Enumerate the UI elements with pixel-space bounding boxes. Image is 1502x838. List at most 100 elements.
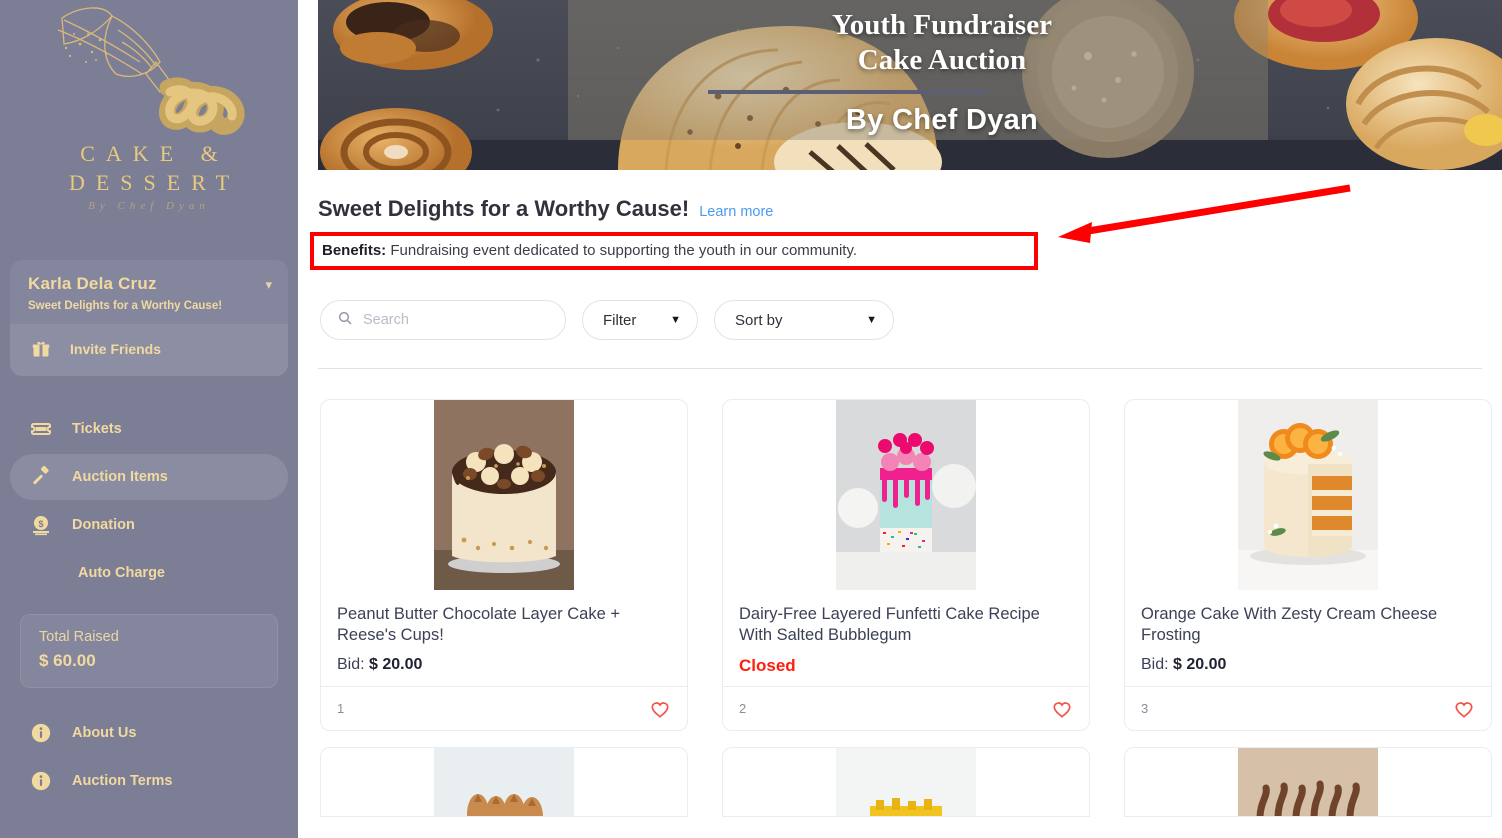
learn-more-link[interactable]: Learn more [699,204,773,220]
sidebar-auto-charge-label: Auto Charge [78,565,165,581]
benefits-label: Benefits: [322,242,387,259]
lemon-dessert-image [836,748,976,816]
total-raised-label: Total Raised [39,629,119,645]
sidebar: CAKE & DESSERT By Chef Dyan Karla Dela C… [0,0,298,838]
auction-item-title: Orange Cake With Zesty Cream Cheese Fros… [1141,605,1438,644]
bid-currency: $ [1173,656,1187,673]
auction-item-index: 3 [1141,701,1149,716]
sidebar-item-auction-items[interactable]: Auction Items [10,454,288,500]
logo-subtitle: By Chef Dyan [88,200,210,212]
sidebar-item-about-us[interactable]: About Us [10,710,288,756]
sort-dropdown[interactable]: Sort by ▼ [714,300,894,340]
user-tagline: Sweet Delights for a Worthy Cause! [28,300,223,312]
info-icon [28,768,54,794]
page-title: Sweet Delights for a Worthy Cause! [318,196,690,221]
user-name: Karla Dela Cruz [28,274,157,293]
filter-dropdown[interactable]: Filter ▼ [582,300,698,340]
sidebar-nav: Tickets Auction Items $ Donation Auto Ch… [10,406,288,598]
filter-toolbar: Filter ▼ Sort by ▼ [298,270,1502,340]
benefits-box: Benefits: Fundraising event dedicated to… [310,232,1038,270]
sidebar-item-donation[interactable]: $ Donation [10,502,288,548]
sidebar-auction-items-label: Auction Items [72,469,168,485]
chevron-down-icon: ▼ [670,314,681,326]
banner-title-line1: Youth Fundraiser [832,9,1052,41]
auction-item-index: 1 [337,701,345,716]
sidebar-auction-terms-label: Auction Terms [72,773,173,789]
bid-amount: 20.00 [382,656,423,673]
chocolate-swirl-cakes-image [1238,748,1378,816]
heart-outline-icon[interactable] [649,698,671,720]
total-raised-card: Total Raised $ 60.00 [20,614,278,688]
search-box[interactable] [320,300,566,340]
gift-icon [28,336,54,362]
chocolate-drip-cake-image [434,400,574,590]
page-heading-row: Sweet Delights for a Worthy Cause! Learn… [298,170,1502,222]
auction-item-card[interactable] [1124,747,1492,817]
info-icon [28,720,54,746]
chevron-down-icon[interactable]: ▾ [265,277,272,293]
orange-layer-cake-image [1238,400,1378,590]
filter-label: Filter [603,311,637,329]
sidebar-nav-secondary: About Us Auction Terms [10,710,288,806]
banner-text-block: Youth Fundraiser Cake Auction By Chef Dy… [318,0,1502,137]
banner-title-line2: Cake Auction [857,44,1027,76]
main-content: Sweet Delights for a Worthy Cause! Learn… [298,170,1502,838]
user-card[interactable]: Karla Dela Cruz Sweet Delights for a Wor… [10,260,288,376]
auction-item-bid: Bid: $ 20.00 [1141,656,1475,674]
auction-item-card[interactable] [722,747,1090,817]
search-input[interactable] [363,312,543,328]
heart-outline-icon[interactable] [1453,698,1475,720]
sidebar-about-us-label: About Us [72,725,137,741]
money-circle-icon: $ [28,512,54,538]
sidebar-item-auction-terms[interactable]: Auction Terms [10,758,288,804]
auction-item-body: Dairy-Free Layered Funfetti Cake Recipe … [723,590,1089,686]
sort-label: Sort by [735,311,783,329]
svg-text:$: $ [38,519,43,529]
auction-item-body: Orange Cake With Zesty Cream Cheese Fros… [1125,590,1491,686]
total-raised-amount: $ 60.00 [39,651,96,670]
ticket-icon [28,416,54,442]
auction-item-footer: 1 [321,686,687,730]
bid-label: Bid: [337,656,370,673]
auction-item-card[interactable]: Dairy-Free Layered Funfetti Cake Recipe … [722,399,1090,731]
auction-item-image [723,400,1089,590]
funfetti-pink-cake-image [836,400,976,590]
event-banner: Youth Fundraiser Cake Auction By Chef Dy… [318,0,1502,170]
cinnamon-rolls-image [434,748,574,816]
auction-item-bid: Bid: $ 20.00 [337,656,671,674]
sidebar-item-invite-friends[interactable]: Invite Friends [10,324,288,376]
logo-title-line2: DESSERT [68,170,241,195]
benefits-highlight-wrap: Benefits: Fundraising event dedicated to… [310,232,1038,270]
auction-item-index: 2 [739,701,747,716]
auction-item-footer: 3 [1125,686,1491,730]
brand-logo: CAKE & DESSERT By Chef Dyan [0,0,298,248]
auction-item-title: Peanut Butter Chocolate Layer Cake + Ree… [337,605,620,644]
auction-item-status: Closed [739,656,796,675]
bid-amount: 20.00 [1186,656,1227,673]
auction-item-card[interactable]: Orange Cake With Zesty Cream Cheese Fros… [1124,399,1492,731]
auction-page: CAKE & DESSERT By Chef Dyan Karla Dela C… [0,0,1502,838]
bid-label: Bid: [1141,656,1174,673]
bid-currency: $ [369,656,383,673]
banner-byline: By Chef Dyan [845,104,1039,136]
auction-item-image [1125,400,1491,590]
auction-items-grid: Peanut Butter Chocolate Layer Cake + Ree… [298,369,1502,731]
auction-item-image [321,400,687,590]
search-icon [337,310,353,331]
chevron-down-icon: ▼ [866,314,877,326]
sidebar-item-tickets[interactable]: Tickets [10,406,288,452]
user-header[interactable]: Karla Dela Cruz Sweet Delights for a Wor… [10,260,288,324]
auction-items-grid-next-row [298,731,1502,817]
heart-outline-icon[interactable] [1051,698,1073,720]
auction-item-card[interactable] [320,747,688,817]
benefits-text: Benefits: Fundraising event dedicated to… [322,242,1026,259]
benefits-description: Fundraising event dedicated to supportin… [386,242,858,259]
gavel-icon [28,464,54,490]
auction-item-card[interactable]: Peanut Butter Chocolate Layer Cake + Ree… [320,399,688,731]
invite-friends-label: Invite Friends [70,341,162,357]
auction-item-body: Peanut Butter Chocolate Layer Cake + Ree… [321,590,687,686]
logo-title-line1: CAKE & [80,141,229,166]
auction-item-footer: 2 [723,686,1089,730]
sidebar-item-auto-charge[interactable]: Auto Charge [10,550,288,596]
banner-divider [708,90,988,94]
